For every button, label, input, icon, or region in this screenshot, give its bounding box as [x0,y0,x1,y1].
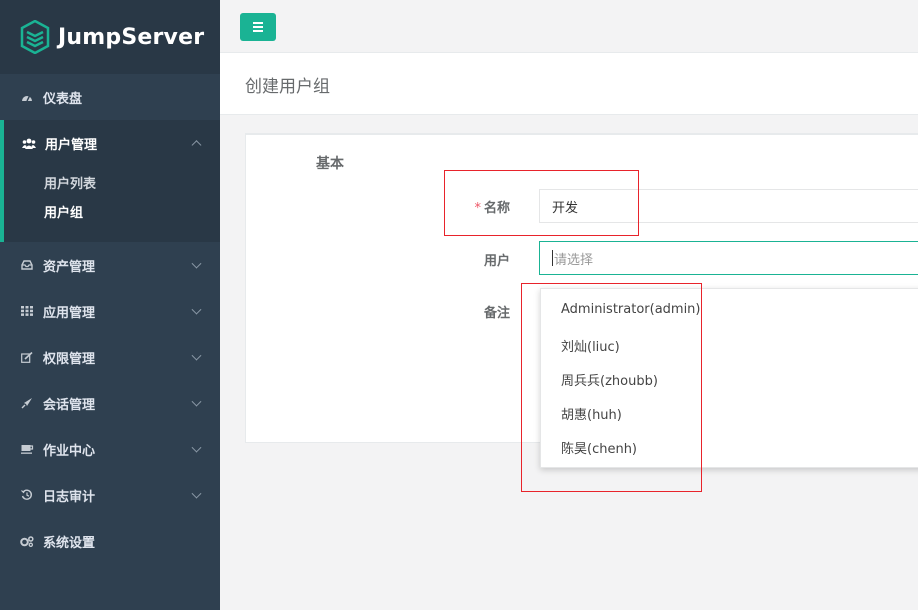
chevron-down-icon [191,488,202,499]
sidebar-item-label: 权限管理 [43,351,96,367]
users-select-placeholder: 请选择 [554,252,594,268]
sidebar-item-users[interactable]: 用户管理 [4,120,220,166]
text-caret [552,250,553,266]
inbox-icon [20,258,34,272]
sidebar-item-label: 系统设置 [43,535,96,551]
highlight-box-name [444,170,639,236]
chevron-up-icon [191,140,202,151]
coffee-icon [20,442,34,456]
chevron-down-icon [191,258,202,269]
sidebar-group-users: 用户管理 用户列表 用户组 [0,120,220,242]
menu-toggle-button[interactable] [240,13,276,41]
highlight-box-users [521,283,702,492]
users-select[interactable]: 请选择 [539,241,918,275]
sidebar-item-assets[interactable]: 资产管理 [0,242,220,288]
gears-icon [20,534,34,548]
sidebar-item-sessions[interactable]: 会话管理 [0,380,220,426]
sidebar-item-applications[interactable]: 应用管理 [0,288,220,334]
hamburger-icon-bar [253,26,263,28]
sidebar-item-label: 会话管理 [43,397,96,413]
history-icon [20,488,34,502]
sidebar-item-dashboard[interactable]: 仪表盘 [0,74,220,120]
brand[interactable]: JumpServer [0,0,220,74]
section-title: 基本 [316,156,344,172]
chevron-down-icon [191,304,202,315]
hamburger-icon-bar [253,30,263,32]
comment-label: 备注 [483,306,510,321]
users-icon [22,136,36,150]
chevron-down-icon [191,442,202,453]
sidebar-item-audits[interactable]: 日志审计 [0,472,220,518]
sidebar-item-settings[interactable]: 系统设置 [0,518,220,564]
grid-icon [20,304,34,318]
sidebar-item-label: 作业中心 [43,443,96,459]
hamburger-icon-bar [253,22,263,24]
sidebar-item-permissions[interactable]: 权限管理 [0,334,220,380]
users-label: 用户 [483,254,510,269]
sidebar-item-label: 仪表盘 [43,91,83,107]
page-heading: 创建用户组 [220,53,918,115]
rocket-icon [20,396,34,410]
top-navbar [220,0,918,53]
chevron-down-icon [191,396,202,407]
chevron-down-icon [191,350,202,361]
brand-name: JumpServer [58,24,205,50]
edit-icon [20,350,34,364]
sidebar-item-label: 日志审计 [43,489,96,505]
sidebar-item-label: 用户管理 [45,137,98,153]
sidebar-item-label: 应用管理 [43,305,96,321]
sidebar: JumpServer 仪表盘 用户管理 用户列表 用户组 资产管理 应用管理 权… [0,0,220,610]
sidebar-subitem-user-list[interactable]: 用户列表 [4,166,220,198]
page-title: 创建用户组 [245,77,330,97]
sidebar-subitem-user-group[interactable]: 用户组 [4,198,220,228]
jumpserver-logo-icon [20,20,50,54]
sidebar-item-label: 资产管理 [43,259,96,275]
dashboard-icon [20,90,34,104]
sidebar-item-jobs[interactable]: 作业中心 [0,426,220,472]
